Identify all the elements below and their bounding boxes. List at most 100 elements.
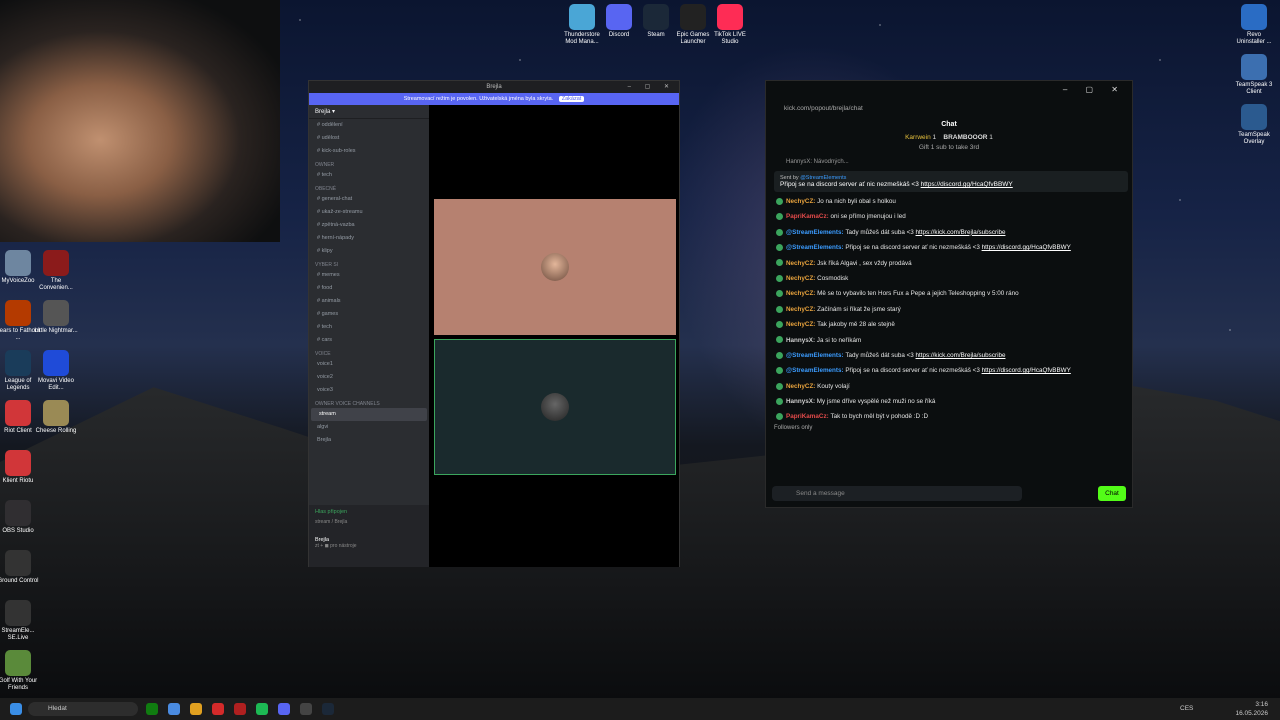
channel-category[interactable]: VYBER SI	[309, 258, 429, 269]
voice-tile-user2[interactable]	[434, 339, 676, 475]
user-badge-icon	[776, 320, 783, 328]
chat-message[interactable]: NechyCZ: Začínám si říkat že jsme starý	[776, 302, 1132, 317]
address-bar[interactable]: kick.com/popout/brejla/chat	[766, 101, 1132, 117]
channel-item[interactable]: voice3	[309, 384, 429, 397]
chat-username[interactable]: @StreamElements:	[786, 244, 845, 251]
channel-category[interactable]: OBECNÉ	[309, 182, 429, 193]
edge-icon[interactable]	[168, 703, 180, 715]
start-icon[interactable]	[10, 703, 22, 715]
discord-window[interactable]: Brejla – ▢ ✕ Streamovací režim je povole…	[308, 80, 680, 567]
chat-message[interactable]: NechyCZ: Mě se to vybavilo ten Hors Fux …	[776, 286, 1132, 301]
chat-username[interactable]: PapriKamaCz:	[786, 213, 830, 220]
taskbar-search[interactable]: Hledat	[28, 702, 138, 716]
disable-streamer-mode-button[interactable]: Zakázat	[558, 96, 585, 102]
chat-username[interactable]: @StreamElements:	[786, 352, 845, 359]
chat-username[interactable]: NechyCZ:	[786, 321, 817, 328]
channel-item[interactable]: # zpětná-vazba	[309, 219, 429, 232]
channel-item[interactable]: algvi	[309, 421, 429, 434]
language-indicator[interactable]: CES	[1180, 705, 1193, 712]
desktop-left-icon-3[interactable]: Little Nightmar...	[34, 300, 78, 335]
chat-link[interactable]: https://kick.com/Brejla/subscribe	[916, 229, 1006, 236]
desktop-left-icon-7[interactable]: Cheese Rolling	[34, 400, 78, 435]
chat-message[interactable]: @StreamElements: Tady můžeš dát suba <3 …	[776, 348, 1132, 363]
chat-username[interactable]: NechyCZ:	[786, 383, 817, 390]
chat-username[interactable]: NechyCZ:	[786, 275, 817, 282]
steam-taskbar-icon[interactable]	[322, 703, 334, 715]
desktop-right-icon-1[interactable]: TeamSpeak 3 Client	[1232, 54, 1276, 96]
desktop-top-icon-4[interactable]: TikTok LIVE Studio	[708, 4, 752, 46]
channel-category[interactable]: OWNER	[309, 158, 429, 169]
send-chat-button[interactable]: Chat	[1098, 486, 1126, 501]
chat-username[interactable]: @StreamElements:	[786, 229, 845, 236]
discord-taskbar-icon[interactable]	[278, 703, 290, 715]
chat-message[interactable]: HannysX: My jsme dříve vyspělé než muži …	[776, 394, 1132, 409]
chat-link[interactable]: https://discord.gg/HcaQfvBBWY	[982, 367, 1071, 374]
window-controls-icon[interactable]: – ▢ ✕	[628, 81, 675, 93]
channel-item[interactable]: stream	[311, 408, 427, 421]
voice-tile-user1[interactable]	[434, 199, 676, 335]
chat-message[interactable]: HannysX: Ja si to neříkám	[776, 333, 1132, 348]
xbox-icon[interactable]	[146, 703, 158, 715]
clock[interactable]: 3:16 16.05.2026	[1235, 700, 1268, 718]
app-icon[interactable]	[234, 703, 246, 715]
desktop-left-icon-5[interactable]: Movavi Video Edit...	[34, 350, 78, 392]
channel-item[interactable]: # tech	[309, 169, 429, 182]
desktop-left-icon-9[interactable]: OBS Studio	[0, 500, 40, 535]
pinned-message[interactable]: Sent by @StreamElements Připoj se na dis…	[774, 171, 1128, 192]
channel-category[interactable]: VOICE	[309, 347, 429, 358]
chat-message[interactable]: NechyCZ: Cosmodisk	[776, 271, 1132, 286]
desktop-left-icon-8[interactable]: Klient Riotu	[0, 450, 40, 485]
chat-message[interactable]: NechyCZ: Kouty volají	[776, 379, 1132, 394]
desktop-right-icon-0[interactable]: Revo Uninstaller ...	[1232, 4, 1276, 46]
chat-message[interactable]: NechyCZ: Jo na nich byli obal s holkou	[776, 194, 1132, 209]
channel-item[interactable]: # klipy	[309, 245, 429, 258]
channel-item[interactable]: # general-chat	[309, 193, 429, 206]
channel-item[interactable]: # tech	[309, 321, 429, 334]
channel-item[interactable]: # oddělení	[309, 119, 429, 132]
window-controls-icon[interactable]: – ▢ ✕	[1063, 85, 1126, 94]
message-input[interactable]: Send a message	[772, 486, 1022, 501]
channel-item[interactable]: Brejla	[309, 434, 429, 447]
chat-username[interactable]: HannysX:	[786, 337, 817, 344]
desktop-left-icon-12[interactable]: Golf With Your Friends	[0, 650, 40, 692]
channel-category[interactable]: OWNER VOICE CHANNELS	[309, 397, 429, 408]
chat-username[interactable]: HannysX:	[786, 398, 817, 405]
desktop-right-icon-2[interactable]: TeamSpeak Overlay	[1232, 104, 1276, 146]
channel-item[interactable]: # animals	[309, 295, 429, 308]
chat-username[interactable]: PapriKamaCz:	[786, 413, 830, 420]
chat-message[interactable]: @StreamElements: Tady můžeš dát suba <3 …	[776, 225, 1132, 240]
channel-item[interactable]: # ukaž-ze-streamu	[309, 206, 429, 219]
channel-item[interactable]: # herní-nápady	[309, 232, 429, 245]
channel-item[interactable]: # udělost	[309, 132, 429, 145]
chat-message[interactable]: NechyCZ: Jsk říká Algavi , sex vždy prod…	[776, 256, 1132, 271]
chat-username[interactable]: NechyCZ:	[786, 290, 817, 297]
chat-message[interactable]: NechyCZ: Tak jakoby mě 28 ale stejně	[776, 317, 1132, 332]
server-name[interactable]: Brejla ▾	[309, 105, 429, 119]
spotify-icon[interactable]	[256, 703, 268, 715]
chat-message[interactable]: @StreamElements: Připoj se na discord se…	[776, 363, 1132, 378]
chat-link[interactable]: https://kick.com/Brejla/subscribe	[916, 352, 1006, 359]
obs-taskbar-icon[interactable]	[300, 703, 312, 715]
chat-link[interactable]: https://discord.gg/HcaQfvBBWY	[982, 244, 1071, 251]
chat-username[interactable]: NechyCZ:	[786, 260, 817, 267]
chat-username[interactable]: NechyCZ:	[786, 306, 817, 313]
channel-item[interactable]: voice2	[309, 371, 429, 384]
channel-item[interactable]: # cars	[309, 334, 429, 347]
chat-username[interactable]: @StreamElements:	[786, 367, 845, 374]
chat-message[interactable]: PapriKamaCz: Tak to bych měl být v pohod…	[776, 409, 1132, 424]
explorer-icon[interactable]	[190, 703, 202, 715]
desktop-left-icon-11[interactable]: StreamEle... SE.Live	[0, 600, 40, 642]
channel-item[interactable]: # memes	[309, 269, 429, 282]
chat-username[interactable]: NechyCZ:	[786, 198, 817, 205]
opera-icon[interactable]	[212, 703, 224, 715]
chat-message[interactable]: PapriKamaCz: oni se přímo jmenujou i led	[776, 209, 1132, 224]
chat-message[interactable]: @StreamElements: Připoj se na discord se…	[776, 240, 1132, 255]
channel-item[interactable]: # kick-sub-roles	[309, 145, 429, 158]
desktop-left-icon-10[interactable]: Ground Control	[0, 550, 40, 585]
channel-item[interactable]: # food	[309, 282, 429, 295]
kick-chat-window[interactable]: – ▢ ✕ kick.com/popout/brejla/chat Chat K…	[765, 80, 1133, 508]
channel-item[interactable]: voice1	[309, 358, 429, 371]
desktop-left-icon-1[interactable]: The Convenien...	[34, 250, 78, 292]
pinned-link[interactable]: https://discord.gg/HcaQfvBBWY	[921, 181, 1013, 188]
channel-item[interactable]: # games	[309, 308, 429, 321]
